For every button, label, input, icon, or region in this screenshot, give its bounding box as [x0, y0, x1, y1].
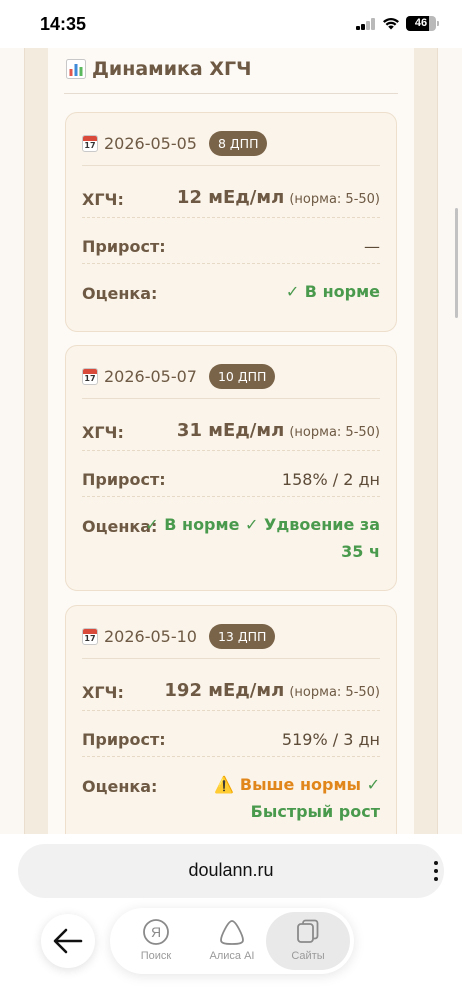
dpp-badge: 13 ДПП — [208, 623, 276, 649]
growth-label: Прирост: — [82, 237, 166, 256]
hcg-label: ХГЧ: — [82, 683, 124, 702]
entry-date: 2026-05-07 — [104, 366, 197, 386]
hcg-norm: (норма: 5-50) — [289, 425, 380, 440]
page-scrollbar[interactable] — [455, 208, 458, 318]
growth-label: Прирост: — [82, 470, 166, 489]
dpp-badge: 10 ДПП — [208, 363, 276, 389]
card-header: 17 2026-05-05 8 ДПП — [82, 129, 268, 157]
assessment-value: ⚠️ Выше нормы ✓ Быстрый рост — [140, 771, 380, 825]
hcg-label: ХГЧ: — [82, 190, 124, 209]
hcg-value: 192 мЕд/мл — [164, 680, 285, 701]
assessment-note: ✓ Удвоение за 35 ч — [245, 515, 380, 561]
hcg-value: 12 мЕд/мл — [176, 187, 285, 208]
growth-label: Прирост: — [82, 730, 166, 749]
back-arrow-icon — [53, 928, 83, 954]
hcg-value: 31 мЕд/мл — [176, 420, 285, 441]
alice-icon — [220, 920, 244, 945]
signal-icon — [356, 18, 376, 30]
hcg-entry-card: 17 2026-05-05 8 ДПП ХГЧ: 12 мЕд/мл (норм… — [65, 112, 397, 332]
more-menu-icon[interactable] — [426, 856, 446, 886]
back-button[interactable] — [41, 914, 95, 968]
assessment-status: ✓ В норме — [145, 515, 240, 534]
browser-bottom-bar: doulann.ru Я Поиск Алиса AI Сайты — [0, 834, 462, 1000]
web-page[interactable]: Динамика ХГЧ 17 2026-05-05 8 ДПП ХГЧ: 12… — [0, 48, 462, 834]
assessment-value: ✓ В норме ✓ Удвоение за 35 ч — [140, 511, 380, 565]
nav-sites[interactable]: Сайты — [266, 912, 350, 970]
section-title: Динамика ХГЧ — [66, 54, 251, 84]
browser-nav: Я Поиск Алиса AI Сайты — [110, 908, 354, 974]
nav-search[interactable]: Я Поиск — [114, 912, 198, 970]
growth-value: 158% / 2 дн — [281, 470, 380, 489]
battery-icon: 46 — [406, 16, 436, 31]
url-text: doulann.ru — [188, 860, 274, 880]
status-time: 14:35 — [40, 14, 87, 34]
nav-alice-label: Алиса AI — [209, 950, 255, 962]
status-bar: 14:35 46 — [0, 0, 462, 48]
nav-alice[interactable]: Алиса AI — [190, 912, 274, 970]
hcg-entry-card: 17 2026-05-07 10 ДПП ХГЧ: 31 мЕд/мл (нор… — [65, 345, 397, 591]
entry-date: 2026-05-05 — [104, 133, 197, 153]
tabs-icon — [297, 919, 319, 943]
calendar-icon: 17 — [82, 134, 98, 152]
yandex-search-icon: Я — [143, 919, 169, 945]
hcg-value-row: 31 мЕд/мл (норма: 5-50) — [177, 420, 380, 441]
card-header: 17 2026-05-07 10 ДПП — [82, 362, 276, 390]
hcg-label: ХГЧ: — [82, 423, 124, 442]
hcg-value-row: 192 мЕд/мл (норма: 5-50) — [164, 680, 380, 701]
bar-chart-icon — [66, 59, 86, 79]
calendar-icon: 17 — [82, 367, 98, 385]
growth-value: — — [364, 237, 380, 256]
wifi-icon — [383, 18, 399, 30]
calendar-icon: 17 — [82, 627, 98, 645]
entry-date: 2026-05-10 — [104, 626, 197, 646]
battery-level: 46 — [414, 17, 428, 29]
hcg-value-row: 12 мЕд/мл (норма: 5-50) — [177, 187, 380, 208]
dpp-badge: 8 ДПП — [208, 130, 268, 156]
svg-text:Я: Я — [151, 924, 161, 940]
growth-value: 519% / 3 дн — [281, 730, 380, 749]
hcg-norm: (норма: 5-50) — [289, 685, 380, 700]
hcg-entry-card: 17 2026-05-10 13 ДПП ХГЧ: 192 мЕд/мл (но… — [65, 605, 397, 834]
nav-sites-label: Сайты — [291, 950, 325, 962]
hcg-section: Динамика ХГЧ 17 2026-05-05 8 ДПП ХГЧ: 12… — [48, 48, 414, 834]
card-header: 17 2026-05-10 13 ДПП — [82, 622, 276, 650]
address-bar[interactable]: doulann.ru — [18, 844, 444, 898]
section-title-text: Динамика ХГЧ — [92, 58, 252, 80]
assessment-status: ✓ В норме — [285, 282, 380, 301]
hcg-norm: (норма: 5-50) — [289, 192, 380, 207]
assessment-value: ✓ В норме — [140, 278, 380, 305]
assessment-status: ⚠️ Выше нормы — [214, 775, 362, 794]
nav-search-label: Поиск — [140, 950, 172, 962]
